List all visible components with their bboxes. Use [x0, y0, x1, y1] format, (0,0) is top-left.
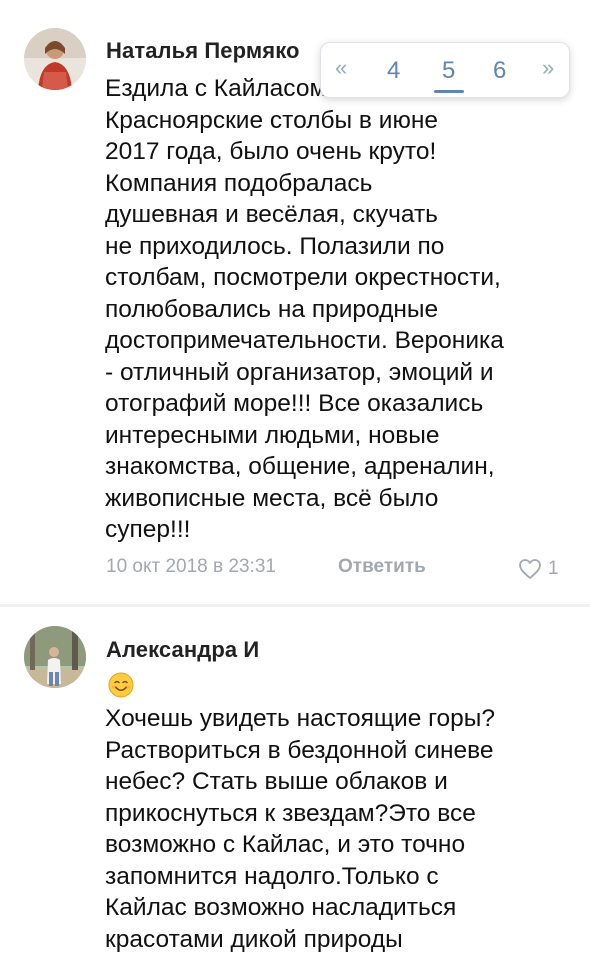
comment-line: 2017 года, было очень круто!	[105, 138, 437, 165]
comment-line: возможно с Кайлас, и это точно	[105, 831, 466, 858]
heart-icon	[519, 559, 541, 579]
comment-line: столбам, посмотрели окрестности,	[105, 264, 501, 291]
comment-line: - отличный организатор, эмоций и	[105, 358, 494, 386]
comment-line: Красноярские столбы в июне	[105, 106, 438, 134]
comment-line: знакомства, общение, адреналин,	[105, 453, 495, 480]
pager-prev-button[interactable]: «	[335, 55, 347, 81]
pager-current-indicator	[434, 90, 464, 93]
author-name[interactable]: Наталья Пермяко	[106, 38, 300, 64]
comment-line: Хочешь увидеть настоящие горы?	[105, 705, 496, 732]
comment-line: не приходилось. Полазили по	[105, 232, 445, 260]
avatar[interactable]	[24, 626, 86, 688]
comment-line: Раствориться в бездонной синеве	[105, 736, 494, 764]
comment-date: 10 окт 2018 в 23:31	[106, 556, 276, 577]
avatar-photo	[24, 28, 86, 90]
pager-page-6[interactable]: 6	[493, 57, 506, 85]
comment-divider	[0, 604, 590, 607]
pager-page-5[interactable]: 5	[442, 57, 455, 85]
comment-line: отографий море!!! Все оказались	[105, 390, 484, 417]
comment-line: полюбовались на природные	[105, 295, 439, 323]
like-button[interactable]: 1	[518, 555, 559, 583]
comment-line: небес? Стать выше облаков и	[105, 768, 448, 795]
smiling-face-emoji-icon	[108, 672, 134, 698]
comment-line: красотами дикой природы	[105, 925, 403, 953]
comment-line: прикоснуться к звездам?Это все	[105, 799, 476, 827]
comment-line: душевная и весёлая, скучать	[105, 201, 438, 228]
avatar-photo	[24, 626, 86, 688]
avatar[interactable]	[24, 28, 86, 90]
pagination-popup: « 4 5 6 »	[320, 42, 570, 98]
comment-line: Кайлас возможно насладиться	[105, 894, 457, 921]
comment-line: супер!!!	[105, 516, 191, 543]
comment-line: достопримечательности. Вероника	[105, 327, 504, 354]
comment-line: интересными людьми, новые	[105, 421, 440, 449]
pager-next-button[interactable]: »	[542, 55, 554, 81]
comment-line: Компания подобралась	[105, 169, 373, 197]
pager-page-4[interactable]: 4	[387, 57, 400, 85]
comment-text: Хочешь увидеть настоящие горы? Растворит…	[105, 703, 565, 955]
comment-line: запомнится надолго.Только с	[105, 862, 439, 890]
like-count: 1	[548, 558, 559, 579]
comment-text: Ездила с Кайласом на Красноярские столбы…	[105, 73, 565, 546]
reply-button[interactable]: Ответить	[338, 556, 426, 578]
author-name[interactable]: Александра И	[106, 637, 259, 663]
comment-line: живописные места, всё было	[105, 484, 439, 512]
